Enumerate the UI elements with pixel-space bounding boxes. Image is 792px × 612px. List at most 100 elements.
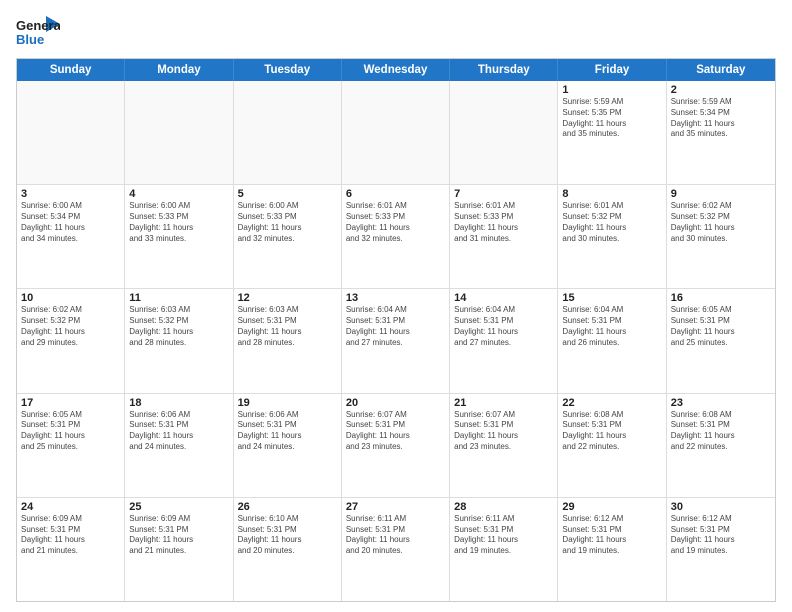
day-cell-12: 12Sunrise: 6:03 AM Sunset: 5:31 PM Dayli… (234, 289, 342, 392)
day-cell-6: 6Sunrise: 6:01 AM Sunset: 5:33 PM Daylig… (342, 185, 450, 288)
day-cell-20: 20Sunrise: 6:07 AM Sunset: 5:31 PM Dayli… (342, 394, 450, 497)
day-number: 26 (238, 501, 337, 513)
day-cell-13: 13Sunrise: 6:04 AM Sunset: 5:31 PM Dayli… (342, 289, 450, 392)
day-info: Sunrise: 6:11 AM Sunset: 5:31 PM Dayligh… (346, 514, 445, 557)
day-number: 24 (21, 501, 120, 513)
calendar-row-5: 24Sunrise: 6:09 AM Sunset: 5:31 PM Dayli… (17, 498, 775, 601)
day-info: Sunrise: 6:11 AM Sunset: 5:31 PM Dayligh… (454, 514, 553, 557)
day-info: Sunrise: 6:05 AM Sunset: 5:31 PM Dayligh… (671, 305, 771, 348)
day-cell-11: 11Sunrise: 6:03 AM Sunset: 5:32 PM Dayli… (125, 289, 233, 392)
day-info: Sunrise: 5:59 AM Sunset: 5:35 PM Dayligh… (562, 97, 661, 140)
calendar-body: 1Sunrise: 5:59 AM Sunset: 5:35 PM Daylig… (17, 81, 775, 601)
day-number: 28 (454, 501, 553, 513)
day-number: 3 (21, 188, 120, 200)
day-cell-9: 9Sunrise: 6:02 AM Sunset: 5:32 PM Daylig… (667, 185, 775, 288)
day-cell-5: 5Sunrise: 6:00 AM Sunset: 5:33 PM Daylig… (234, 185, 342, 288)
day-number: 10 (21, 292, 120, 304)
day-info: Sunrise: 6:08 AM Sunset: 5:31 PM Dayligh… (671, 410, 771, 453)
day-info: Sunrise: 6:01 AM Sunset: 5:33 PM Dayligh… (454, 201, 553, 244)
day-number: 14 (454, 292, 553, 304)
day-info: Sunrise: 6:06 AM Sunset: 5:31 PM Dayligh… (238, 410, 337, 453)
weekday-header-wednesday: Wednesday (342, 59, 450, 81)
day-number: 13 (346, 292, 445, 304)
day-cell-27: 27Sunrise: 6:11 AM Sunset: 5:31 PM Dayli… (342, 498, 450, 601)
weekday-header-sunday: Sunday (17, 59, 125, 81)
day-cell-1: 1Sunrise: 5:59 AM Sunset: 5:35 PM Daylig… (558, 81, 666, 184)
day-cell-26: 26Sunrise: 6:10 AM Sunset: 5:31 PM Dayli… (234, 498, 342, 601)
day-info: Sunrise: 6:02 AM Sunset: 5:32 PM Dayligh… (671, 201, 771, 244)
day-number: 22 (562, 397, 661, 409)
day-number: 29 (562, 501, 661, 513)
day-cell-28: 28Sunrise: 6:11 AM Sunset: 5:31 PM Dayli… (450, 498, 558, 601)
day-number: 4 (129, 188, 228, 200)
day-number: 15 (562, 292, 661, 304)
day-number: 18 (129, 397, 228, 409)
day-info: Sunrise: 6:12 AM Sunset: 5:31 PM Dayligh… (562, 514, 661, 557)
day-number: 30 (671, 501, 771, 513)
day-number: 17 (21, 397, 120, 409)
day-number: 8 (562, 188, 661, 200)
day-cell-18: 18Sunrise: 6:06 AM Sunset: 5:31 PM Dayli… (125, 394, 233, 497)
day-info: Sunrise: 6:01 AM Sunset: 5:33 PM Dayligh… (346, 201, 445, 244)
day-cell-15: 15Sunrise: 6:04 AM Sunset: 5:31 PM Dayli… (558, 289, 666, 392)
page: GeneralBlue SundayMondayTuesdayWednesday… (0, 0, 792, 612)
day-cell-22: 22Sunrise: 6:08 AM Sunset: 5:31 PM Dayli… (558, 394, 666, 497)
day-cell-30: 30Sunrise: 6:12 AM Sunset: 5:31 PM Dayli… (667, 498, 775, 601)
weekday-header-friday: Friday (558, 59, 666, 81)
day-cell-19: 19Sunrise: 6:06 AM Sunset: 5:31 PM Dayli… (234, 394, 342, 497)
day-info: Sunrise: 6:10 AM Sunset: 5:31 PM Dayligh… (238, 514, 337, 557)
day-info: Sunrise: 6:06 AM Sunset: 5:31 PM Dayligh… (129, 410, 228, 453)
day-number: 11 (129, 292, 228, 304)
weekday-header-saturday: Saturday (667, 59, 775, 81)
empty-cell (234, 81, 342, 184)
day-info: Sunrise: 6:05 AM Sunset: 5:31 PM Dayligh… (21, 410, 120, 453)
day-number: 23 (671, 397, 771, 409)
calendar-row-1: 1Sunrise: 5:59 AM Sunset: 5:35 PM Daylig… (17, 81, 775, 185)
weekday-header-thursday: Thursday (450, 59, 558, 81)
day-number: 9 (671, 188, 771, 200)
day-cell-3: 3Sunrise: 6:00 AM Sunset: 5:34 PM Daylig… (17, 185, 125, 288)
calendar-row-4: 17Sunrise: 6:05 AM Sunset: 5:31 PM Dayli… (17, 394, 775, 498)
day-cell-14: 14Sunrise: 6:04 AM Sunset: 5:31 PM Dayli… (450, 289, 558, 392)
day-cell-7: 7Sunrise: 6:01 AM Sunset: 5:33 PM Daylig… (450, 185, 558, 288)
day-info: Sunrise: 6:02 AM Sunset: 5:32 PM Dayligh… (21, 305, 120, 348)
weekday-header-monday: Monday (125, 59, 233, 81)
day-number: 16 (671, 292, 771, 304)
day-number: 20 (346, 397, 445, 409)
day-cell-25: 25Sunrise: 6:09 AM Sunset: 5:31 PM Dayli… (125, 498, 233, 601)
svg-text:Blue: Blue (16, 32, 44, 47)
day-number: 2 (671, 84, 771, 96)
day-info: Sunrise: 6:07 AM Sunset: 5:31 PM Dayligh… (346, 410, 445, 453)
day-cell-24: 24Sunrise: 6:09 AM Sunset: 5:31 PM Dayli… (17, 498, 125, 601)
day-info: Sunrise: 6:03 AM Sunset: 5:31 PM Dayligh… (238, 305, 337, 348)
day-number: 25 (129, 501, 228, 513)
day-cell-17: 17Sunrise: 6:05 AM Sunset: 5:31 PM Dayli… (17, 394, 125, 497)
header: GeneralBlue (16, 10, 776, 50)
svg-text:General: General (16, 18, 60, 33)
calendar: SundayMondayTuesdayWednesdayThursdayFrid… (16, 58, 776, 602)
empty-cell (342, 81, 450, 184)
weekday-header-tuesday: Tuesday (234, 59, 342, 81)
empty-cell (450, 81, 558, 184)
day-info: Sunrise: 6:07 AM Sunset: 5:31 PM Dayligh… (454, 410, 553, 453)
day-cell-8: 8Sunrise: 6:01 AM Sunset: 5:32 PM Daylig… (558, 185, 666, 288)
day-info: Sunrise: 6:00 AM Sunset: 5:34 PM Dayligh… (21, 201, 120, 244)
day-info: Sunrise: 6:09 AM Sunset: 5:31 PM Dayligh… (129, 514, 228, 557)
day-info: Sunrise: 6:09 AM Sunset: 5:31 PM Dayligh… (21, 514, 120, 557)
day-number: 19 (238, 397, 337, 409)
calendar-row-3: 10Sunrise: 6:02 AM Sunset: 5:32 PM Dayli… (17, 289, 775, 393)
day-info: Sunrise: 6:04 AM Sunset: 5:31 PM Dayligh… (562, 305, 661, 348)
empty-cell (17, 81, 125, 184)
day-cell-21: 21Sunrise: 6:07 AM Sunset: 5:31 PM Dayli… (450, 394, 558, 497)
day-number: 6 (346, 188, 445, 200)
day-number: 12 (238, 292, 337, 304)
calendar-row-2: 3Sunrise: 6:00 AM Sunset: 5:34 PM Daylig… (17, 185, 775, 289)
day-info: Sunrise: 5:59 AM Sunset: 5:34 PM Dayligh… (671, 97, 771, 140)
day-info: Sunrise: 6:04 AM Sunset: 5:31 PM Dayligh… (346, 305, 445, 348)
day-number: 5 (238, 188, 337, 200)
day-cell-16: 16Sunrise: 6:05 AM Sunset: 5:31 PM Dayli… (667, 289, 775, 392)
day-info: Sunrise: 6:00 AM Sunset: 5:33 PM Dayligh… (129, 201, 228, 244)
day-cell-10: 10Sunrise: 6:02 AM Sunset: 5:32 PM Dayli… (17, 289, 125, 392)
day-number: 27 (346, 501, 445, 513)
calendar-header: SundayMondayTuesdayWednesdayThursdayFrid… (17, 59, 775, 81)
